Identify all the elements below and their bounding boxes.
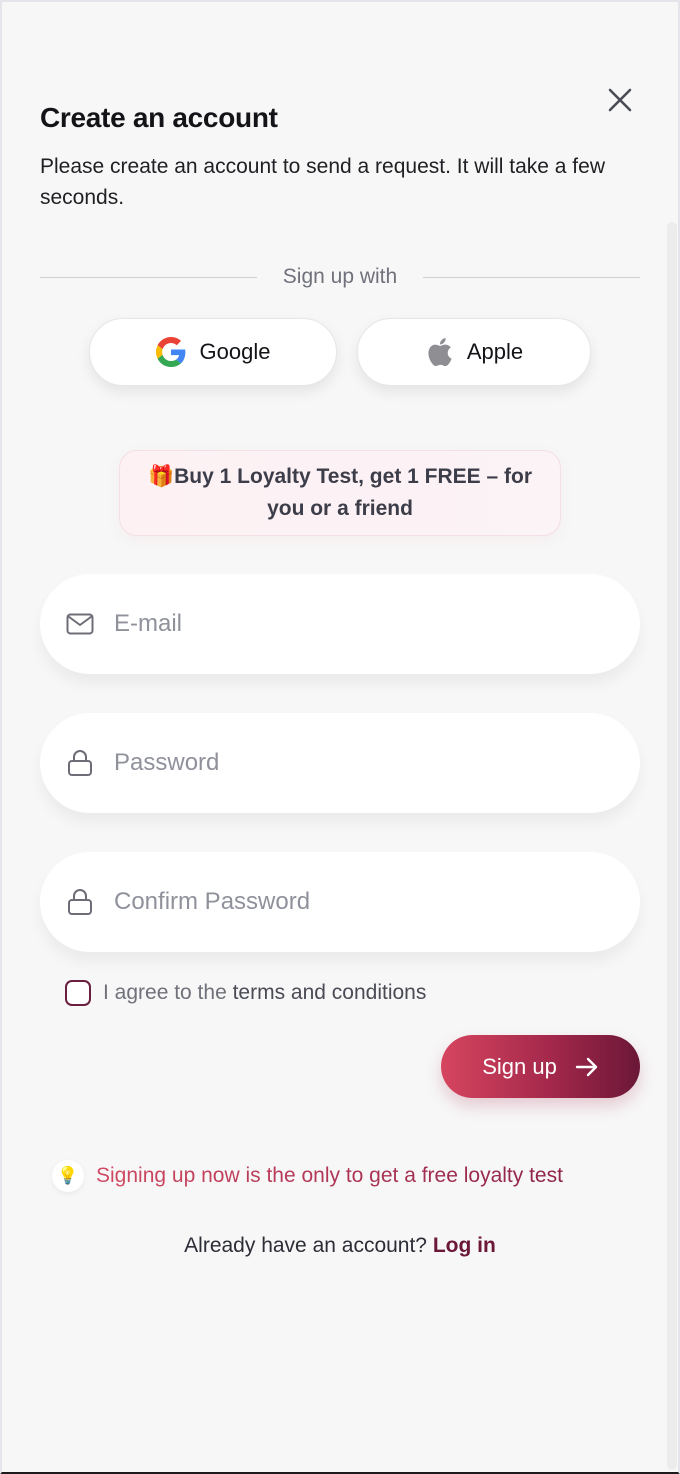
email-field[interactable] <box>40 574 640 674</box>
arrow-right-icon <box>575 1057 598 1076</box>
gift-icon: 🎁 <box>147 465 175 488</box>
terms-link[interactable]: terms and conditions <box>233 981 427 1004</box>
password-field[interactable] <box>40 713 640 813</box>
email-input[interactable] <box>114 610 594 638</box>
google-signup-button[interactable]: Google <box>89 318 337 386</box>
password-input[interactable] <box>114 749 594 777</box>
terms-agreement: I agree to the terms and conditions <box>65 980 426 1006</box>
scrollbar[interactable] <box>667 222 677 1470</box>
terms-checkbox[interactable] <box>65 980 91 1006</box>
mail-icon <box>66 610 94 638</box>
confirm-password-input[interactable] <box>114 888 594 916</box>
signup-hint: 💡 Signing up now is the only to get a fr… <box>52 1160 563 1192</box>
sign-up-button[interactable]: Sign up <box>441 1035 640 1098</box>
confirm-password-field[interactable] <box>40 852 640 952</box>
login-link[interactable]: Log in <box>433 1234 496 1257</box>
login-prompt: Already have an account? Log in <box>0 1234 680 1258</box>
apple-signup-button[interactable]: Apple <box>357 318 591 386</box>
divider-label: Sign up with <box>282 265 398 288</box>
lightbulb-icon: 💡 <box>52 1160 84 1192</box>
promo-banner: 🎁Buy 1 Loyalty Test, get 1 FREE – for yo… <box>119 450 561 536</box>
apple-icon <box>428 337 452 367</box>
divider-line-right <box>423 276 640 278</box>
agree-label: I agree to the <box>103 981 233 1004</box>
lock-icon <box>66 888 94 916</box>
apple-label: Apple <box>466 339 524 364</box>
page-subtitle: Please create an account to send a reque… <box>40 155 605 209</box>
sign-up-label: Sign up <box>482 1053 557 1079</box>
google-icon <box>155 337 185 367</box>
google-label: Google <box>199 339 271 364</box>
close-icon <box>608 88 632 112</box>
close-button[interactable] <box>604 84 636 116</box>
lock-icon <box>66 749 94 777</box>
hint-text: Signing up now is the only to get a free… <box>96 1164 563 1187</box>
page-title: Create an account <box>40 102 278 133</box>
login-prompt-text: Already have an account? <box>184 1234 427 1257</box>
divider-line-left <box>40 276 257 278</box>
promo-text: Buy 1 Loyalty Test, get 1 FREE – for you… <box>174 465 533 520</box>
sign-up-with-divider: Sign up with <box>40 262 640 292</box>
